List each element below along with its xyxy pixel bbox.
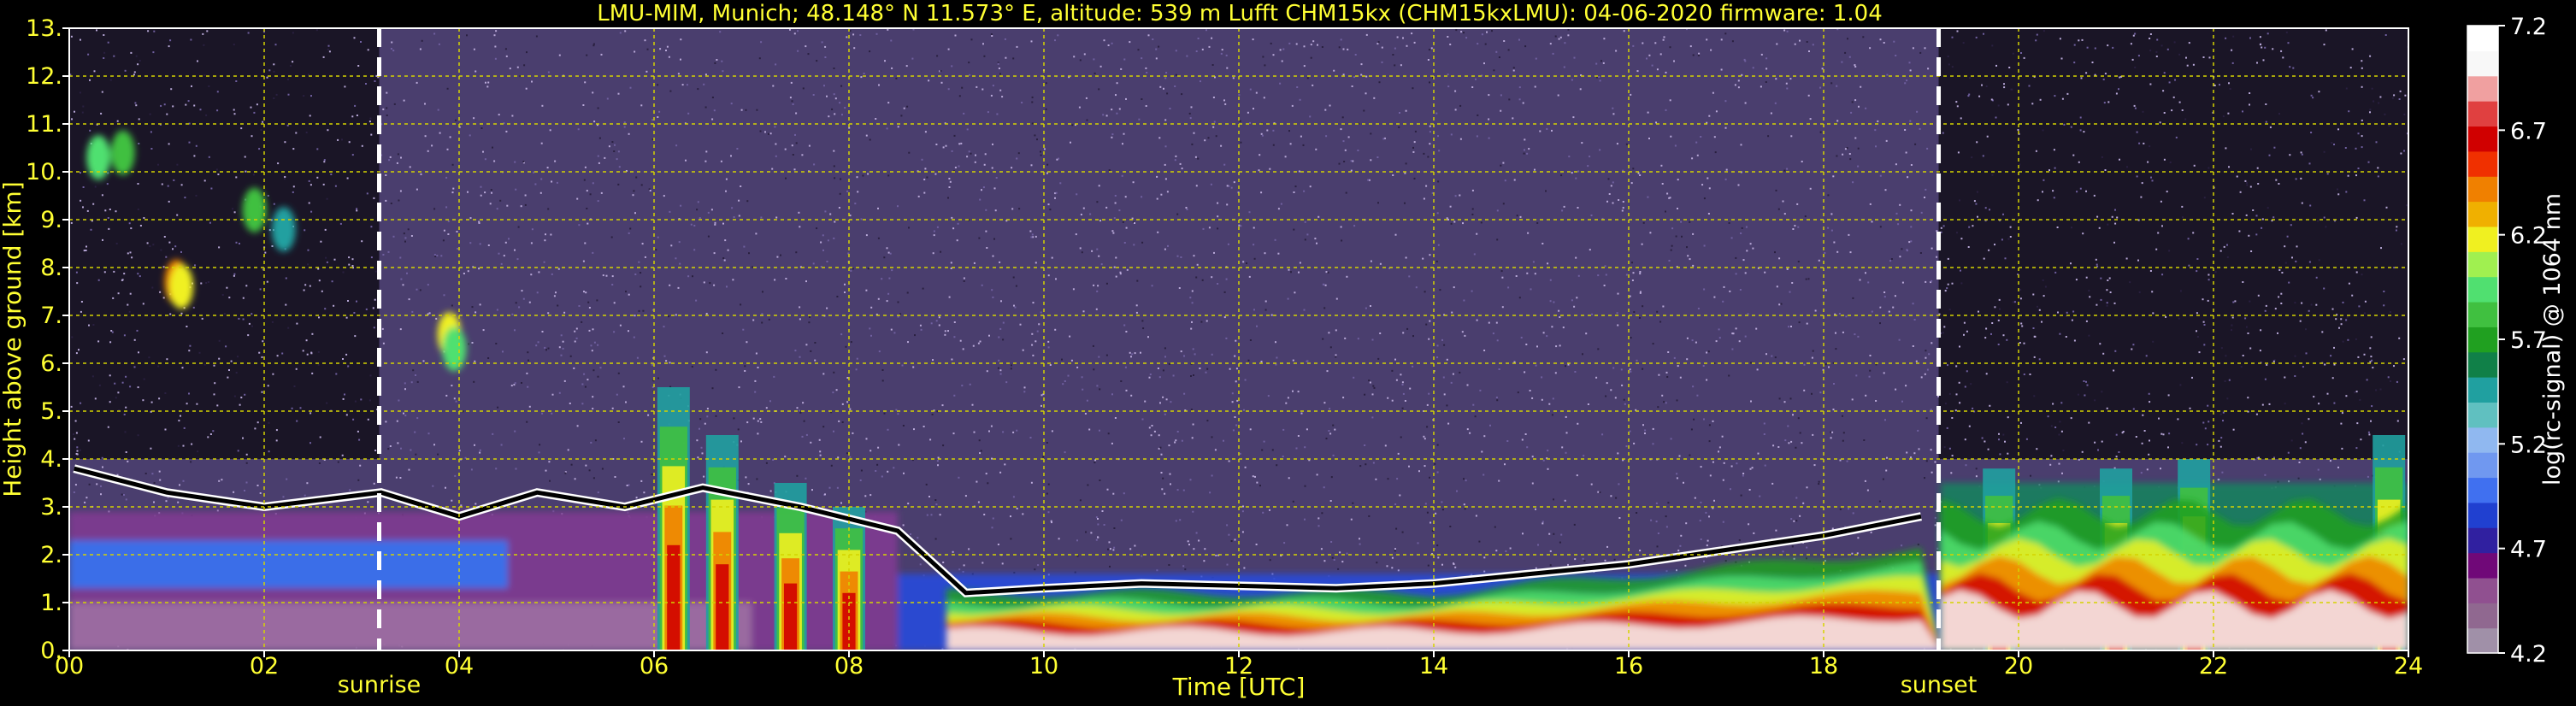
y-tick-label: 13. bbox=[26, 15, 62, 42]
colorbar-segment bbox=[2467, 251, 2498, 278]
colorbar-segment bbox=[2467, 201, 2498, 227]
y-tick-label: 6. bbox=[40, 350, 62, 377]
colorbar-segment bbox=[2467, 402, 2498, 428]
colorbar-segment bbox=[2467, 50, 2498, 77]
colorbar-segment bbox=[2467, 427, 2498, 453]
y-tick-label: 5. bbox=[40, 398, 62, 425]
colorbar-segment bbox=[2467, 502, 2498, 528]
x-tick-label: 04 bbox=[445, 653, 474, 680]
cirrus-patch bbox=[86, 135, 111, 180]
x-axis-label: Time [UTC] bbox=[1172, 673, 1306, 701]
y-tick-label: 0. bbox=[40, 638, 62, 664]
colorbar-segment bbox=[2467, 101, 2498, 127]
colorbar-tick-label: 4.2 bbox=[2510, 641, 2547, 668]
y-tick-label: 12. bbox=[26, 63, 62, 90]
y-tick-label: 7. bbox=[40, 303, 62, 329]
colorbar-segment bbox=[2467, 176, 2498, 203]
night-region-evening bbox=[1938, 28, 2408, 459]
plume-band bbox=[716, 564, 729, 650]
cirrus-patch bbox=[442, 327, 467, 372]
x-tick-label: 10 bbox=[1029, 653, 1058, 680]
night-region-morning bbox=[69, 28, 380, 459]
colorbar-segment bbox=[2467, 377, 2498, 403]
x-tick-label: 24 bbox=[2394, 653, 2423, 680]
colorbar-segment bbox=[2467, 477, 2498, 503]
x-tick-label: 02 bbox=[250, 653, 279, 680]
cirrus-patch bbox=[271, 207, 296, 252]
x-tick-label: 18 bbox=[1809, 653, 1838, 680]
y-tick-label: 1. bbox=[40, 590, 62, 616]
chart-title: LMU-MIM, Munich; 48.148° N 11.573° E, al… bbox=[597, 1, 1882, 26]
y-tick-label: 9. bbox=[40, 207, 62, 233]
colorbar-segment bbox=[2467, 276, 2498, 303]
colorbar-segment bbox=[2467, 527, 2498, 554]
y-tick-label: 10. bbox=[26, 159, 62, 185]
colorbar-label: log(rc-signal) @ 1064 nm bbox=[2539, 193, 2566, 485]
ceilometer-figure: sunrise sunset 00 02 04 06 08 10 12 14 16 18 20 22 24… bbox=[0, 0, 2576, 706]
colorbar-segment bbox=[2467, 126, 2498, 152]
sunrise-label: sunrise bbox=[338, 672, 421, 698]
colorbar-segment bbox=[2467, 577, 2498, 603]
y-tick-label: 2. bbox=[40, 542, 62, 568]
colorbar-segment bbox=[2467, 327, 2498, 353]
colorbar-segment bbox=[2467, 75, 2498, 102]
colorbar-segment bbox=[2467, 351, 2498, 378]
x-tick-label: 06 bbox=[640, 653, 669, 680]
colorbar-segment bbox=[2467, 627, 2498, 654]
x-tick-label: 22 bbox=[2199, 653, 2228, 680]
chart-svg: sunrise sunset 00 02 04 06 08 10 12 14 16 18 20 22 24… bbox=[0, 0, 2576, 706]
y-tick-label: 8. bbox=[40, 255, 62, 281]
colorbar-segment bbox=[2467, 552, 2498, 579]
colorbar-tick-label: 7.2 bbox=[2510, 14, 2547, 40]
colorbar-tick-label: 6.7 bbox=[2510, 118, 2547, 144]
plume-band bbox=[842, 592, 856, 650]
y-tick-label: 11. bbox=[26, 111, 62, 138]
plume-band bbox=[667, 544, 681, 650]
colorbar-segment bbox=[2467, 26, 2498, 51]
colorbar-segment bbox=[2467, 603, 2498, 629]
cirrus-patch bbox=[110, 130, 135, 175]
y-axis-label: Height above ground [km] bbox=[0, 181, 27, 497]
x-tick-label: 16 bbox=[1614, 653, 1643, 680]
x-tick-label: 08 bbox=[834, 653, 864, 680]
colorbar-tick-label: 4.7 bbox=[2510, 537, 2547, 563]
y-tick-label: 3. bbox=[40, 494, 62, 521]
x-tick-label: 14 bbox=[1419, 653, 1448, 680]
cirrus-patch bbox=[242, 187, 267, 232]
colorbar-segment bbox=[2467, 301, 2498, 327]
cirrus-patch bbox=[169, 264, 194, 309]
sunset-label: sunset bbox=[1901, 672, 1978, 698]
y-tick-label: 4. bbox=[40, 446, 62, 473]
x-tick-label: 20 bbox=[2004, 653, 2033, 680]
colorbar-segment bbox=[2467, 226, 2498, 252]
plume-band bbox=[784, 583, 798, 650]
colorbar-segment bbox=[2467, 150, 2498, 177]
colorbar-segment bbox=[2467, 452, 2498, 479]
